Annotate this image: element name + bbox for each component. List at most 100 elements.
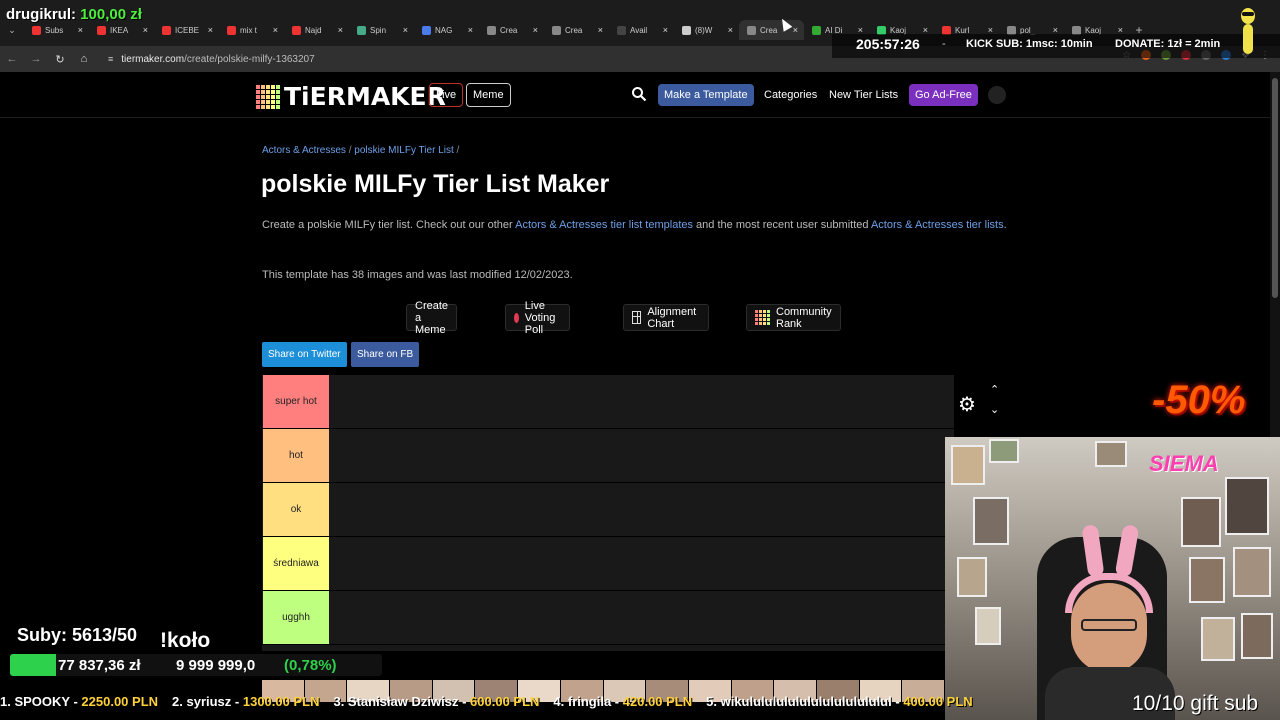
- tier-row[interactable]: hot: [262, 429, 954, 483]
- overlay-last-donor: drugikrul: 100,00 zł: [6, 6, 142, 23]
- browser-tab[interactable]: IKEA ×: [89, 20, 154, 40]
- tier-label[interactable]: ugghh: [263, 591, 329, 644]
- search-icon[interactable]: [631, 86, 647, 102]
- webcam-feed: SIEMA: [945, 437, 1280, 720]
- browser-tab[interactable]: Crea ×: [479, 20, 544, 40]
- ticker-item: 4. fringila - 420.00 PLN: [553, 694, 692, 709]
- wall-photo: [989, 439, 1019, 463]
- wall-photo: [1233, 547, 1271, 597]
- tab-close-icon[interactable]: ×: [663, 25, 668, 35]
- categories-link[interactable]: Categories: [764, 89, 817, 101]
- description-text: Create a polskie MILFy tier list. Check …: [262, 219, 516, 231]
- breadcrumb-separator: /: [348, 145, 352, 156]
- browser-tab[interactable]: Spin ×: [349, 20, 414, 40]
- tier-label[interactable]: hot: [263, 429, 329, 482]
- overlay-wheel-command: !koło: [160, 629, 211, 652]
- chevron-down-icon[interactable]: ⌄: [990, 403, 999, 416]
- tab-close-icon[interactable]: ×: [208, 25, 213, 35]
- browser-tab[interactable]: (8)W ×: [674, 20, 739, 40]
- timer-separator: -: [942, 38, 946, 50]
- description-text: .: [1003, 219, 1007, 231]
- browser-tab[interactable]: ICEBE ×: [154, 20, 219, 40]
- scrollbar-thumb[interactable]: [1272, 78, 1278, 298]
- tab-close-icon[interactable]: ×: [403, 25, 408, 35]
- meme-button[interactable]: Meme: [466, 83, 511, 107]
- browser-tab[interactable]: Crea ×: [739, 20, 804, 40]
- tab-close-icon[interactable]: ×: [533, 25, 538, 35]
- tab-search-chevron-icon[interactable]: ⌄: [0, 25, 24, 36]
- community-rank-label: Community Rank: [776, 305, 832, 330]
- alignment-chart-button[interactable]: Alignment Chart: [623, 304, 709, 331]
- tab-title: Subs: [45, 25, 64, 35]
- theme-toggle-icon[interactable]: [988, 86, 1006, 104]
- overlay-mascot-icon: [1241, 8, 1255, 54]
- page-title: polskie MILFy Tier List Maker: [261, 170, 610, 198]
- community-rank-button[interactable]: Community Rank: [746, 304, 841, 331]
- timer-clock: 205:57:26: [856, 36, 920, 52]
- create-meme-button[interactable]: Create a Meme: [406, 300, 458, 336]
- forward-icon[interactable]: →: [24, 53, 48, 65]
- tier-row[interactable]: średniawa: [262, 537, 954, 591]
- site-info-icon[interactable]: ≡: [108, 54, 113, 64]
- tab-close-icon[interactable]: ×: [338, 25, 343, 35]
- share-twitter-button[interactable]: Share on Twitter: [262, 342, 347, 367]
- wall-photo: [951, 445, 985, 485]
- live-voting-poll-button[interactable]: Live Voting Poll: [505, 300, 570, 336]
- back-icon[interactable]: ←: [0, 53, 24, 65]
- ticker-donor: 4. fringila -: [553, 694, 620, 709]
- browser-tab[interactable]: Avail ×: [609, 20, 674, 40]
- tier-row[interactable]: ok: [262, 483, 954, 537]
- tab-close-icon[interactable]: ×: [598, 25, 603, 35]
- wall-sticker-text: SIEMA: [1149, 451, 1219, 476]
- reload-icon[interactable]: ↻: [48, 53, 72, 66]
- ad-free-button[interactable]: Go Ad-Free: [909, 84, 978, 106]
- create-meme-label: Create a Meme: [415, 299, 449, 336]
- breadcrumb-list-link[interactable]: polskie MILFy Tier List: [354, 145, 453, 156]
- ticker-donor: 5. wikululululululululululululul -: [706, 694, 900, 709]
- tab-favicon-icon: [97, 25, 106, 35]
- ticker-donor: 1. SPOOKY -: [0, 694, 78, 709]
- make-template-button[interactable]: Make a Template: [658, 84, 754, 106]
- browser-tab[interactable]: Subs ×: [24, 20, 89, 40]
- tier-row[interactable]: ugghh: [262, 591, 954, 645]
- tab-favicon-icon: [552, 25, 561, 35]
- gear-icon[interactable]: ⚙: [958, 392, 976, 417]
- tab-close-icon[interactable]: ×: [143, 25, 148, 35]
- browser-tab[interactable]: NAG ×: [414, 20, 479, 40]
- chevron-up-icon[interactable]: ⌃: [990, 383, 999, 396]
- url-path: /create/polskie-milfy-1363207: [184, 53, 315, 65]
- user-lists-link[interactable]: Actors & Actresses tier lists: [871, 219, 1004, 231]
- tab-close-icon[interactable]: ×: [468, 25, 473, 35]
- tiermaker-logo[interactable]: TiERMAKER: [256, 82, 446, 111]
- tier-label[interactable]: średniawa: [263, 537, 329, 590]
- tier-label[interactable]: ok: [263, 483, 329, 536]
- new-tier-lists-link[interactable]: New Tier Lists: [829, 89, 898, 101]
- ticker-item: 1. SPOOKY - 2250.00 PLN: [0, 694, 158, 709]
- tab-title: Avail: [630, 25, 648, 35]
- live-button[interactable]: Live: [429, 83, 464, 107]
- tab-title: Najd: [305, 25, 322, 35]
- tier-label[interactable]: super hot: [263, 375, 329, 428]
- share-facebook-button[interactable]: Share on FB: [351, 342, 420, 367]
- tier-board: super hot hot ok średniawa ugghh: [262, 375, 954, 651]
- templates-link[interactable]: Actors & Actresses tier list templates: [515, 219, 693, 231]
- tab-close-icon[interactable]: ×: [728, 25, 733, 35]
- url-input[interactable]: ≡ tiermaker.com/create/polskie-milfy-136…: [100, 49, 960, 69]
- ticker-donor: 3. Stanisław Dziwisz -: [333, 694, 467, 709]
- tab-close-icon[interactable]: ×: [793, 25, 798, 35]
- browser-tab[interactable]: Crea ×: [544, 20, 609, 40]
- browser-tab[interactable]: Najd ×: [284, 20, 349, 40]
- tab-close-icon[interactable]: ×: [273, 25, 278, 35]
- ticker-amount: 1300.00 PLN: [242, 694, 320, 709]
- home-icon[interactable]: ⌂: [72, 53, 96, 65]
- live-dot-icon: [514, 312, 519, 323]
- breadcrumb-category-link[interactable]: Actors & Actresses: [262, 145, 346, 156]
- donor-name: drugikrul:: [6, 6, 76, 23]
- browser-tab[interactable]: mix t ×: [219, 20, 284, 40]
- tab-title: NAG: [435, 25, 453, 35]
- alignment-chart-label: Alignment Chart: [647, 305, 697, 330]
- overlay-donation-goal: 77 837,36 zł 9 999 999,0 (0,78%): [10, 654, 382, 676]
- tab-title: mix t: [240, 25, 257, 35]
- tier-row[interactable]: super hot: [262, 375, 954, 429]
- tab-close-icon[interactable]: ×: [78, 25, 83, 35]
